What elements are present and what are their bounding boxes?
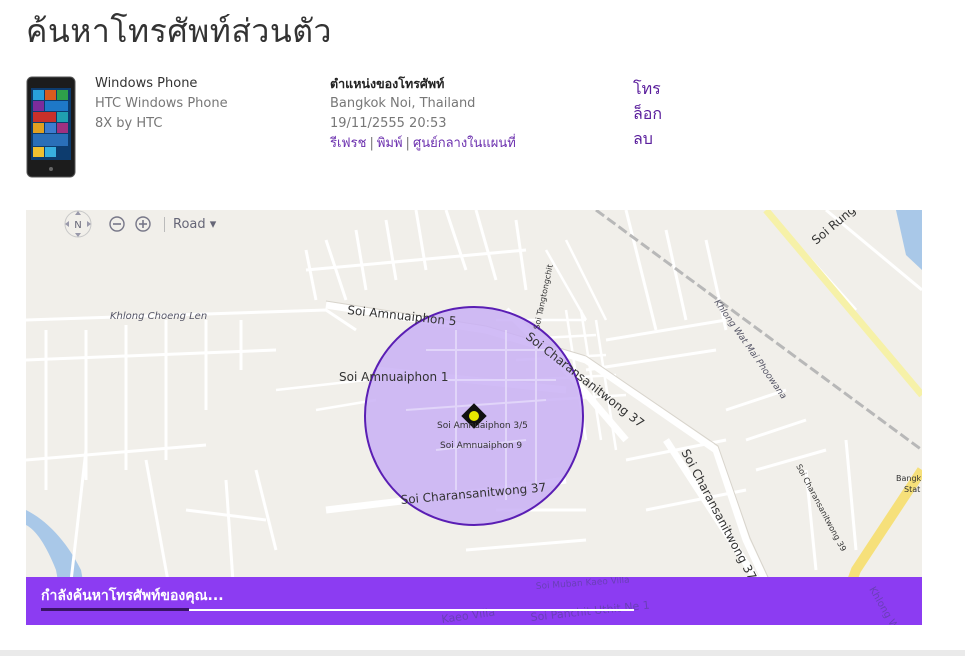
map-label: Soi Amnuaiphon 1 — [339, 370, 449, 384]
map-canvas[interactable]: Khlong Choeng Len Soi Amnuaiphon 5 Soi A… — [26, 210, 922, 625]
print-link[interactable]: พิมพ์ — [377, 136, 403, 151]
progress-bar — [41, 608, 634, 611]
device-variant: 8X by HTC — [95, 116, 163, 131]
map-type-select[interactable]: Road ▾ — [164, 216, 217, 232]
map[interactable]: Khlong Choeng Len Soi Amnuaiphon 5 Soi A… — [26, 210, 922, 625]
phone-actions: โทร ล็อก ลบ — [633, 76, 662, 151]
map-label: Khlong Wa — [866, 585, 902, 625]
map-controls: N Road ▾ — [56, 210, 216, 238]
compass-label: N — [74, 220, 81, 231]
link-separator: | — [369, 136, 374, 151]
lock-action[interactable]: ล็อก — [633, 101, 662, 126]
link-separator: | — [405, 136, 410, 151]
map-label: Soi Rung — [809, 210, 858, 247]
location-timestamp: 19/11/2555 20:53 — [330, 116, 447, 131]
minus-icon[interactable] — [108, 215, 126, 233]
map-type-label: Road — [173, 216, 206, 232]
compass-icon[interactable]: N — [56, 210, 100, 239]
progress-fill — [41, 608, 190, 611]
rail-line — [595, 210, 922, 452]
refresh-link[interactable]: รีเฟรช — [330, 136, 366, 151]
device-name: Windows Phone — [95, 76, 198, 91]
map-label: Soi Muban Kaeo Villa — [536, 577, 630, 592]
call-action[interactable]: โทร — [633, 76, 662, 101]
location-place: Bangkok Noi, Thailand — [330, 96, 476, 111]
map-label: Soi Panchit Uthit Ne 1 — [530, 599, 650, 624]
map-label: Soi Amnuaiphon 5 — [347, 303, 457, 328]
map-label: Soi Charansanitwong 39 — [794, 463, 848, 553]
map-label: Stat — [904, 485, 920, 494]
map-label: Khlong Wat Mai Phoowana — [712, 298, 789, 401]
map-label: Soi Amnuaiphon 9 — [440, 441, 522, 451]
map-label: Khlong Choeng Len — [110, 311, 207, 322]
map-label: Soi Amnuaiphon 3/5 — [437, 421, 528, 431]
device-info: Windows Phone HTC Windows Phone 8X by HT… — [95, 74, 228, 134]
location-info: ตำแหน่งของโทรศัพท์ Bangkok Noi, Thailand… — [330, 74, 516, 154]
phone-icon — [26, 76, 76, 178]
river-top-right — [896, 210, 922, 270]
location-heading: ตำแหน่งของโทรศัพท์ — [330, 76, 445, 91]
location-links: รีเฟรช | พิมพ์ | ศูนย์กลางในแผนที่ — [330, 134, 516, 154]
center-on-map-link[interactable]: ศูนย์กลางในแผนที่ — [413, 136, 516, 151]
status-bar: Soi Muban Kaeo Villa Soi Panchit Uthit N… — [26, 577, 922, 625]
status-text: กำลังค้นหาโทรศัพท์ของคุณ... — [41, 588, 224, 604]
map-label: Bangk — [896, 474, 922, 483]
page-title: ค้นหาโทรศัพท์ส่วนตัว — [26, 12, 332, 50]
bottom-strip — [0, 650, 965, 656]
yellow-road — [763, 210, 922, 398]
erase-action[interactable]: ลบ — [633, 126, 662, 151]
plus-icon[interactable] — [134, 215, 152, 233]
chevron-down-icon: ▾ — [209, 216, 217, 232]
device-model: HTC Windows Phone — [95, 96, 228, 111]
